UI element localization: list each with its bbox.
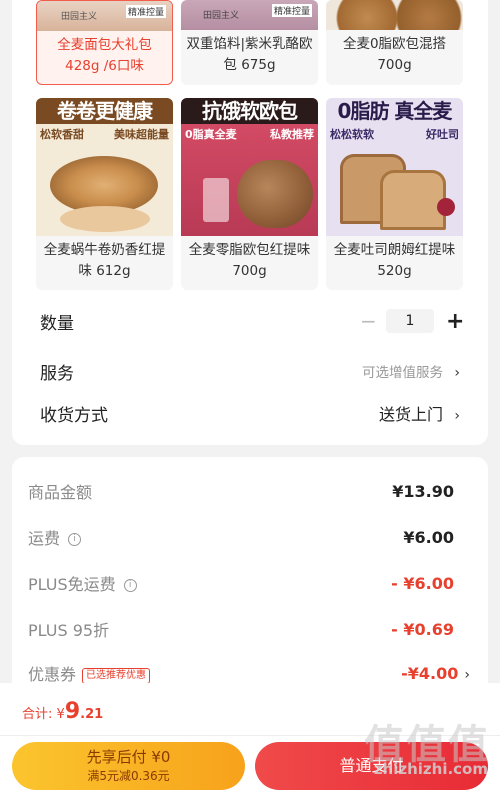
coupon-value: -¥4.00 [401, 663, 459, 683]
product-image: 田园主义 精准控量 [181, 0, 318, 30]
pay-later-promo: 满5元减0.36元 [87, 769, 170, 783]
plus-discount-label: PLUS 95折 [28, 621, 110, 640]
chevron-right-icon: › [454, 364, 460, 381]
plus-free-shipping-label: PLUS免运费 [28, 575, 116, 594]
shipping-label: 运费 [28, 529, 61, 548]
coupon-tag: 已选推荐优惠 [82, 667, 151, 684]
delivery-row[interactable]: 收货方式 送货上门 › [40, 400, 460, 426]
product-image: 田园主义 精准控量 [37, 1, 172, 31]
plus-free-shipping-row: PLUS免运费 i - ¥6.00 [28, 571, 454, 595]
coupon-row[interactable]: 优惠券 已选推荐优惠 -¥4.00 › [28, 661, 470, 685]
goods-amount-row: 商品金额 ¥13.90 [28, 479, 454, 503]
bread-illustration [60, 206, 150, 232]
total-decimal: .21 [80, 707, 104, 722]
service-value: 可选增值服务 [361, 364, 443, 381]
toast-illustration [380, 170, 446, 230]
watermark-site: zhizhizhi.com [373, 760, 488, 778]
plus-free-shipping-value: - ¥6.00 [391, 573, 454, 593]
total-integer: 9 [64, 699, 81, 724]
shipping-value: ¥6.00 [403, 527, 454, 547]
increment-button[interactable]: + [446, 309, 464, 334]
product-image: 0脂肪 真全麦 松松软软 好吐司 [326, 98, 463, 236]
decrement-button[interactable]: − [360, 309, 377, 333]
product-option-gift-pack[interactable]: 田园主义 精准控量 全麦面包大礼包 428g /6口味 [36, 0, 173, 85]
plus-discount-value: - ¥0.69 [391, 619, 454, 639]
order-total: 合计: ¥9.21 [22, 699, 103, 724]
info-icon[interactable]: i [68, 533, 82, 546]
pay-later-label: 先享后付 ¥0 [86, 748, 171, 766]
fee-summary-card: 商品金额 ¥13.90 运费 i ¥6.00 PLUS免运费 i - ¥6.00 P… [12, 457, 488, 717]
product-image: 抗饿软欧包 0脂真全麦 私教推荐 [181, 98, 318, 236]
product-option-purple-rice[interactable]: 田园主义 精准控量 双重馅料|紫米乳酪欧包 675g [181, 0, 318, 85]
info-icon[interactable]: i [123, 579, 137, 592]
goods-amount-value: ¥13.90 [392, 481, 454, 501]
bread-illustration [237, 160, 313, 228]
product-name: 全麦0脂欧包混搭 700g [342, 36, 447, 73]
quantity-input[interactable]: 1 [386, 309, 434, 333]
product-option-rum-toast[interactable]: 0脂肪 真全麦 松松软软 好吐司 全麦吐司朗姆红提味 520g [326, 98, 463, 290]
shipping-row: 运费 i ¥6.00 [28, 525, 454, 549]
product-name: 全麦面包大礼包 428g /6口味 [57, 37, 152, 74]
product-name: 全麦吐司朗姆红提味 520g [333, 242, 456, 279]
coupon-label: 优惠券 [28, 665, 77, 684]
chevron-right-icon: › [464, 666, 470, 683]
product-image [326, 0, 463, 30]
product-image: 卷卷更健康 松软香甜 美味超能量 [36, 98, 173, 236]
delivery-value: 送货上门 [378, 405, 443, 424]
product-option-snail-roll[interactable]: 卷卷更健康 松软香甜 美味超能量 全麦蜗牛卷奶香红提味 612g [36, 98, 173, 290]
plus-discount-row: PLUS 95折 - ¥0.69 [28, 617, 454, 641]
quantity-row: 数量 − 1 + [40, 308, 464, 334]
quantity-stepper: − 1 + [360, 309, 464, 334]
service-row[interactable]: 服务 可选增值服务 › [40, 358, 460, 384]
product-name: 全麦零脂欧包红提味 700g [188, 242, 311, 279]
product-options-card: 田园主义 精准控量 全麦面包大礼包 428g /6口味 田园主义 精准控量 双重… [12, 0, 488, 445]
chevron-right-icon: › [454, 408, 460, 424]
product-option-zero-fat-raisin[interactable]: 抗饿软欧包 0脂真全麦 私教推荐 全麦零脂欧包红提味 700g [181, 98, 318, 290]
delivery-label: 收货方式 [40, 405, 108, 426]
quantity-label: 数量 [40, 313, 74, 334]
total-label: 合计: [22, 707, 53, 722]
goods-amount-label: 商品金额 [28, 483, 93, 502]
total-currency: ¥ [56, 707, 65, 722]
glass-illustration [203, 178, 229, 222]
pay-later-button[interactable]: 先享后付 ¥0 满5元减0.36元 [12, 742, 245, 790]
product-option-zero-fat-mix[interactable]: 全麦0脂欧包混搭 700g [326, 0, 463, 85]
product-name: 全麦蜗牛卷奶香红提味 612g [43, 242, 166, 279]
product-name: 双重馅料|紫米乳酪欧包 675g [186, 36, 313, 73]
grape-illustration [437, 198, 455, 216]
service-label: 服务 [40, 363, 74, 384]
